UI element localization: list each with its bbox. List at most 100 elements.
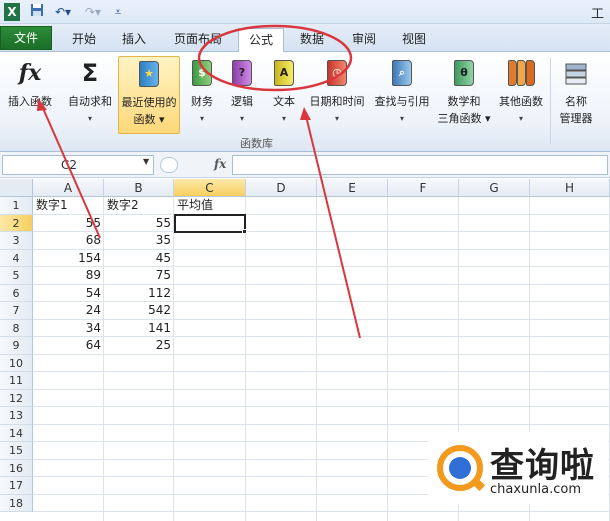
cell-a7[interactable]: 24 bbox=[33, 302, 104, 319]
column-header-e[interactable]: E bbox=[317, 179, 388, 197]
formula-input[interactable] bbox=[232, 155, 608, 175]
cell-a4[interactable]: 154 bbox=[33, 250, 104, 267]
row-header-8[interactable]: 8 bbox=[0, 319, 33, 337]
cell-a1[interactable]: 数字1 bbox=[33, 197, 104, 214]
cell-c1[interactable]: 平均值 bbox=[174, 197, 246, 214]
watermark-text: 查询啦 bbox=[490, 446, 595, 486]
books-icon bbox=[507, 58, 535, 88]
text-book-icon: A bbox=[270, 58, 298, 88]
row-header-4[interactable]: 4 bbox=[0, 249, 33, 267]
insert-function-button[interactable]: fx 插入函数 bbox=[2, 56, 58, 134]
name-box[interactable]: C2 bbox=[2, 155, 154, 175]
row-header-13[interactable]: 13 bbox=[0, 407, 33, 425]
column-header-c[interactable]: C bbox=[174, 179, 246, 197]
ribbon-formulas: fx 插入函数 Σ 自动求和 ▾ ★ 最近使用的 函数 ▾ $ 财务 ▾ ? 逻 bbox=[0, 52, 610, 152]
more-functions-button[interactable]: 其他函数 ▾ bbox=[494, 56, 548, 134]
formula-bar: C2 ▼ fx bbox=[0, 152, 610, 178]
tab-view[interactable]: 视图 bbox=[392, 28, 436, 52]
tab-formulas[interactable]: 公式 bbox=[238, 28, 284, 53]
cell-a2[interactable]: 55 bbox=[33, 215, 104, 232]
sigma-icon: Σ bbox=[81, 59, 99, 87]
cell-b5[interactable]: 75 bbox=[104, 267, 174, 284]
gridline bbox=[33, 423, 610, 425]
quick-access-toolbar: X ↶▾ ↷▾ ⩡ 工 bbox=[0, 0, 610, 24]
row-header-5[interactable]: 5 bbox=[0, 267, 33, 285]
row-header-11[interactable]: 11 bbox=[0, 372, 33, 390]
fx-icon[interactable]: fx bbox=[214, 157, 226, 171]
datetime-label: 日期和时间 bbox=[309, 95, 365, 108]
cell-a8[interactable]: 34 bbox=[33, 320, 104, 337]
name-manager-label2: 管理器 bbox=[559, 112, 593, 125]
autosum-button[interactable]: Σ 自动求和 ▾ bbox=[62, 56, 118, 134]
chevron-down-icon: ▾ bbox=[399, 114, 404, 123]
column-header-f[interactable]: F bbox=[388, 179, 459, 197]
cell-a3[interactable]: 68 bbox=[33, 232, 104, 249]
row-header-10[interactable]: 10 bbox=[0, 354, 33, 372]
row-header-7[interactable]: 7 bbox=[0, 302, 33, 320]
tab-data[interactable]: 数据 bbox=[290, 28, 334, 52]
customize-qat-icon[interactable]: ⩡ bbox=[112, 3, 124, 21]
row-header-15[interactable]: 15 bbox=[0, 442, 33, 460]
cell-b3[interactable]: 35 bbox=[104, 232, 174, 249]
row-header-3[interactable]: 3 bbox=[0, 232, 33, 250]
fill-handle[interactable] bbox=[242, 229, 247, 234]
row-header-17[interactable]: 17 bbox=[0, 477, 33, 495]
logical-button[interactable]: ? 逻辑 ▾ bbox=[224, 56, 260, 134]
save-icon[interactable] bbox=[28, 3, 46, 21]
financial-button[interactable]: $ 财务 ▾ bbox=[184, 56, 220, 134]
column-header-b[interactable]: B bbox=[104, 179, 174, 197]
gridline bbox=[33, 371, 610, 372]
star-book-icon: ★ bbox=[135, 59, 163, 89]
text-functions-label: 文本 bbox=[273, 95, 295, 108]
row-header-16[interactable]: 16 bbox=[0, 459, 33, 477]
cell-a5[interactable]: 89 bbox=[33, 267, 104, 284]
cell-b9[interactable]: 25 bbox=[104, 337, 174, 354]
cell-b2[interactable]: 55 bbox=[104, 215, 174, 232]
logical-label: 逻辑 bbox=[231, 95, 253, 108]
cell-b4[interactable]: 45 bbox=[104, 250, 174, 267]
row-header-18[interactable]: 18 bbox=[0, 494, 33, 512]
tab-home[interactable]: 开始 bbox=[62, 28, 106, 52]
selected-cell-c2[interactable] bbox=[174, 214, 246, 233]
gridline bbox=[387, 197, 388, 521]
math-trig-label: 数学和 bbox=[447, 95, 481, 108]
datetime-button[interactable]: ◷ 日期和时间 ▾ bbox=[306, 56, 368, 134]
row-header-1[interactable]: 1 bbox=[0, 197, 33, 215]
row-header-6[interactable]: 6 bbox=[0, 284, 33, 302]
watermark: 查询啦 chaxunla.com bbox=[428, 432, 608, 504]
column-header-d[interactable]: D bbox=[246, 179, 317, 197]
name-manager-button[interactable]: 名称 管理器 bbox=[554, 56, 598, 134]
column-header-a[interactable]: A bbox=[33, 179, 104, 197]
select-all-corner[interactable] bbox=[0, 179, 33, 197]
cell-b1[interactable]: 数字2 bbox=[104, 197, 174, 214]
gridline bbox=[245, 197, 246, 521]
tab-file[interactable]: 文件 bbox=[0, 26, 52, 50]
lookup-reference-button[interactable]: ⌕ 查找与引用 ▾ bbox=[370, 56, 434, 134]
cell-b7[interactable]: 542 bbox=[104, 302, 174, 319]
math-trig-button[interactable]: θ 数学和 三角函数 ▾ bbox=[436, 56, 492, 134]
recent-functions-button[interactable]: ★ 最近使用的 函数 ▾ bbox=[118, 56, 180, 134]
row-header-14[interactable]: 14 bbox=[0, 424, 33, 442]
excel-logo-icon: X bbox=[4, 3, 20, 21]
row-header-2[interactable]: 2 bbox=[0, 214, 33, 232]
column-header-h[interactable]: H bbox=[530, 179, 610, 197]
window-title: 工 bbox=[590, 7, 604, 22]
tab-page-layout[interactable]: 页面布局 bbox=[166, 28, 230, 52]
cell-b8[interactable]: 141 bbox=[104, 320, 174, 337]
tab-insert[interactable]: 插入 bbox=[112, 28, 156, 52]
tab-review[interactable]: 审阅 bbox=[342, 28, 386, 52]
redo-icon[interactable]: ↷▾ bbox=[80, 3, 106, 21]
undo-icon[interactable]: ↶▾ bbox=[50, 3, 76, 21]
excel-window: X ↶▾ ↷▾ ⩡ 工 文件 开始 插入 页面布局 公式 数据 审阅 视图 fx… bbox=[0, 0, 610, 521]
column-header-g[interactable]: G bbox=[459, 179, 530, 197]
chevron-down-icon[interactable]: ▼ bbox=[143, 157, 149, 166]
text-functions-button[interactable]: A 文本 ▾ bbox=[264, 56, 304, 134]
row-header-9[interactable]: 9 bbox=[0, 337, 33, 355]
cell-b6[interactable]: 112 bbox=[104, 285, 174, 302]
cell-a9[interactable]: 64 bbox=[33, 337, 104, 354]
row-header-12[interactable]: 12 bbox=[0, 389, 33, 407]
name-manager-label: 名称 bbox=[565, 95, 587, 108]
recent-functions-label2: 函数 ▾ bbox=[133, 113, 165, 126]
cell-a6[interactable]: 54 bbox=[33, 285, 104, 302]
chevron-down-icon: ▾ bbox=[239, 114, 244, 123]
